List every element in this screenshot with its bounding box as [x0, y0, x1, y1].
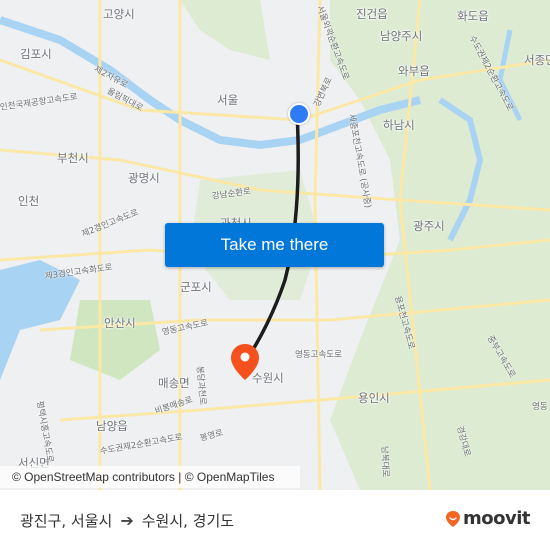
place-label: 와부읍 — [398, 64, 430, 78]
place-label: 광명시 — [128, 171, 160, 185]
route-summary: 광진구, 서울시 ➔ 수원시, 경기도 — [20, 510, 234, 531]
place-label: 광주시 — [413, 219, 445, 233]
arrow-right-icon: ➔ — [120, 511, 134, 530]
map[interactable]: 고양시 김포시 서울 진건읍 화도읍 남양주시 와부읍 서종면 하남시 부천시 … — [0, 0, 550, 490]
place-label: 남양주시 — [380, 29, 423, 43]
place-label: 용인시 — [358, 391, 390, 405]
road-label: 남북대로 — [379, 445, 391, 478]
place-label: 김포시 — [20, 47, 52, 61]
destination-label: 수원시, 경기도 — [141, 512, 235, 530]
map-attribution[interactable]: © OpenStreetMap contributors | © OpenMap… — [0, 466, 300, 488]
moovit-logo[interactable]: moovit — [445, 508, 531, 529]
place-label: 서울 — [217, 93, 239, 107]
place-label: 서종면 — [524, 53, 550, 67]
moovit-wordmark: moovit — [463, 508, 531, 529]
take-me-there-button[interactable]: Take me there — [165, 223, 384, 267]
footer: 광진구, 서울시 ➔ 수원시, 경기도 moovit — [0, 490, 550, 550]
place-label: 부천시 — [57, 151, 89, 165]
terrain-green-field — [70, 300, 160, 380]
place-label: 군포시 — [180, 280, 212, 294]
place-label: 고양시 — [103, 7, 135, 21]
place-label: 인천 — [18, 194, 40, 208]
road-label: 영동 — [532, 402, 548, 412]
origin-label: 광진구, 서울시 — [20, 512, 113, 530]
moovit-pin-icon — [446, 510, 460, 527]
terrain-north — [180, 0, 270, 60]
road-label: 영동고속도로 — [295, 350, 342, 360]
place-label: 화도읍 — [457, 9, 489, 23]
destination-pin-icon[interactable] — [230, 343, 260, 381]
origin-marker[interactable] — [288, 103, 310, 125]
place-label: 하남시 — [383, 118, 415, 132]
place-label: 진건읍 — [356, 7, 388, 21]
place-label: 남양읍 — [96, 419, 128, 433]
place-label: 매송면 — [158, 376, 190, 390]
place-label: 안산시 — [104, 316, 136, 330]
